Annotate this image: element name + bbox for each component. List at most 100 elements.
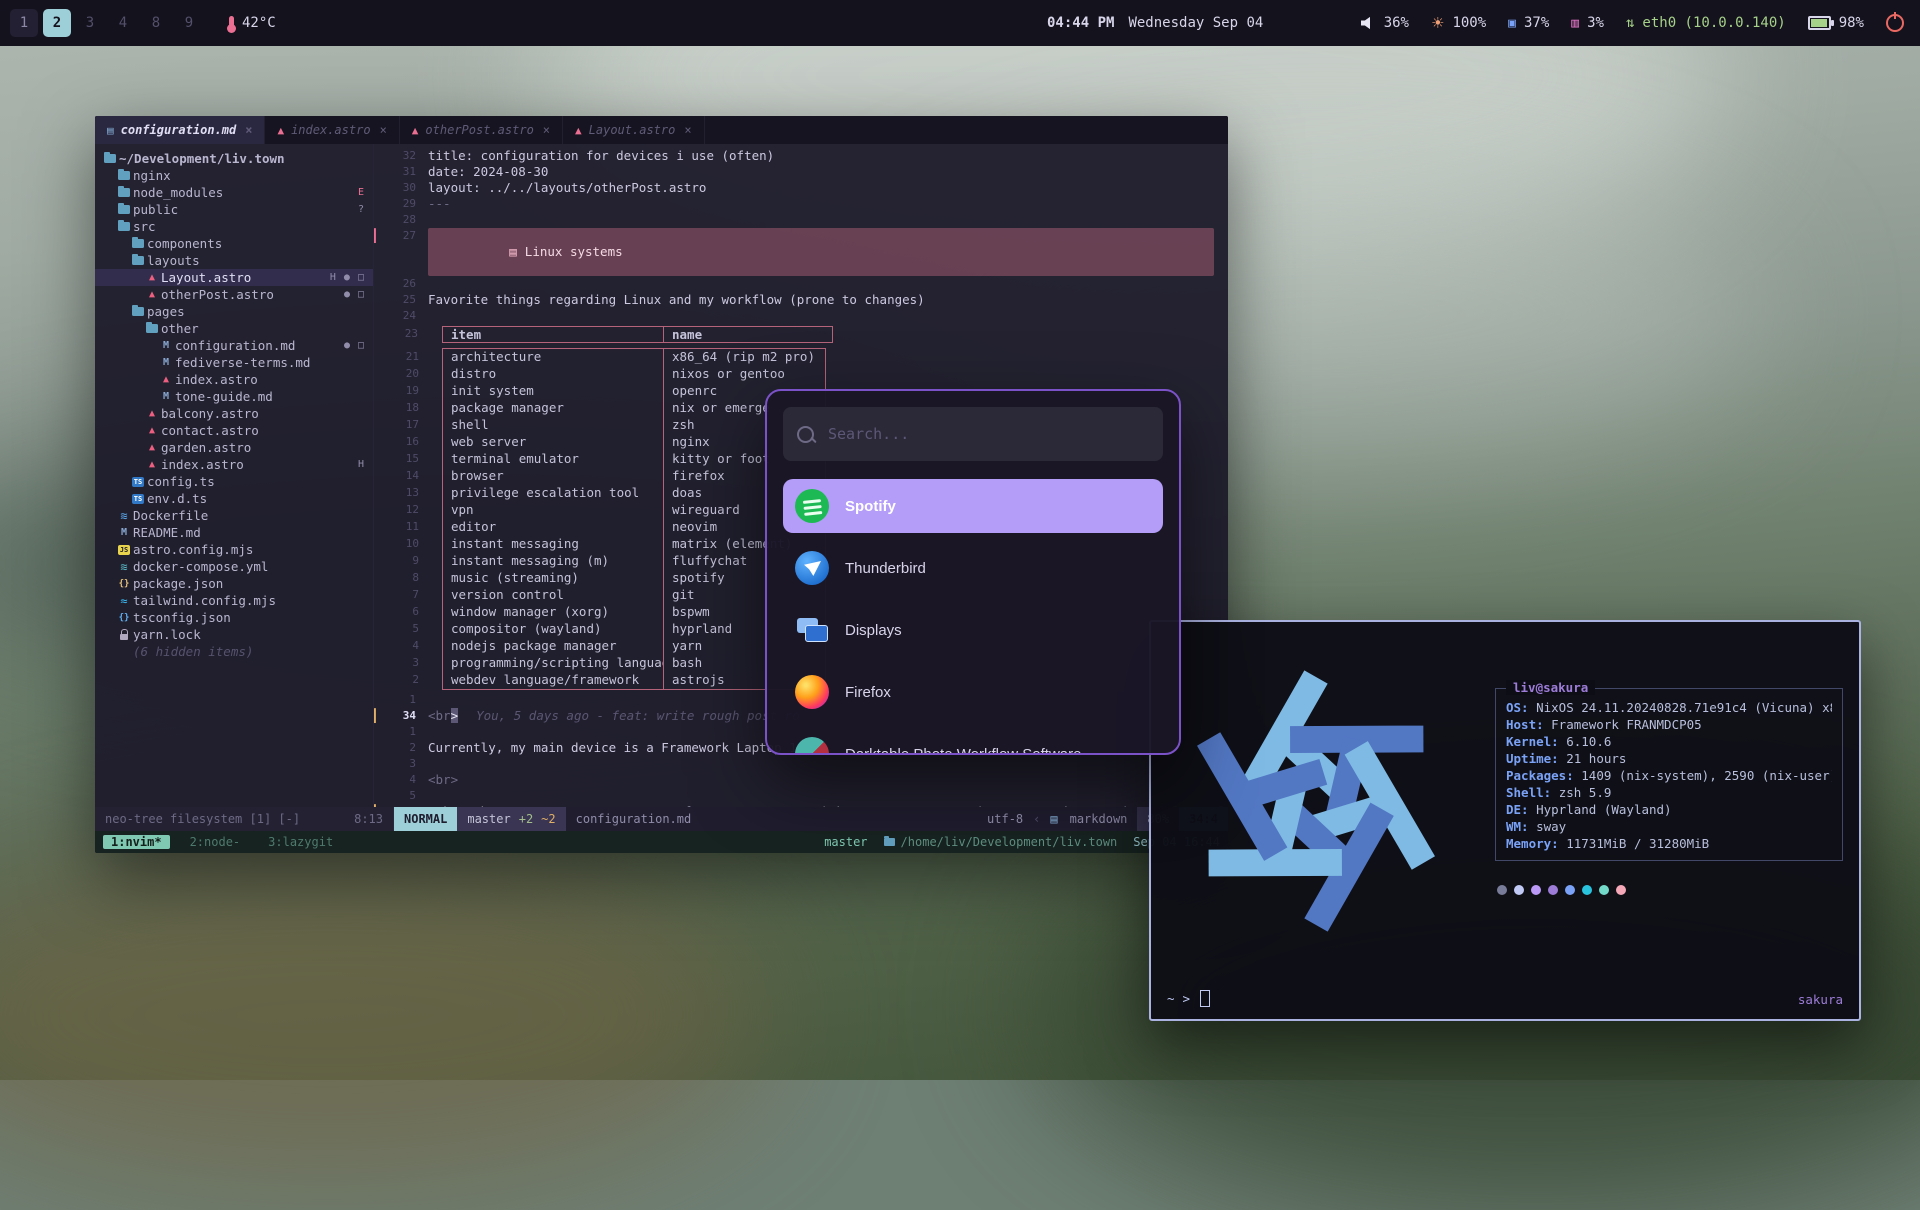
tree-item[interactable]: nginx <box>95 167 373 184</box>
tree-item[interactable]: config.ts <box>95 473 373 490</box>
tree-item[interactable]: astro.config.mjs <box>95 541 373 558</box>
table-cell-item: nodejs package manager <box>443 638 664 655</box>
close-icon[interactable]: × <box>684 123 691 137</box>
tree-item[interactable]: src <box>95 218 373 235</box>
table-cell-item: music (streaming) <box>443 570 664 587</box>
launcher-item[interactable]: Firefox <box>783 665 1163 719</box>
tree-item[interactable]: tailwind.config.mjs <box>95 592 373 609</box>
tree-item-badge: H ● □ <box>330 272 373 283</box>
tree-item[interactable]: public ? <box>95 201 373 218</box>
search-input[interactable] <box>826 424 1149 444</box>
close-icon[interactable]: × <box>543 123 550 137</box>
buffer-tab[interactable]: index.astro × <box>265 116 399 144</box>
tree-item[interactable]: components <box>95 235 373 252</box>
memory-module[interactable]: ▥ 3% <box>1571 15 1604 31</box>
tree-item[interactable]: otherPost.astro ● □ <box>95 286 373 303</box>
tree-item[interactable]: balcony.astro <box>95 405 373 422</box>
tree-item[interactable]: fediverse-terms.md <box>95 354 373 371</box>
tree-item-label: (6 hidden items) <box>133 644 253 659</box>
tree-item-label: public <box>133 202 178 217</box>
tmux-statusbar: 1:nvim* 2:node- 3:lazygit master /home/l… <box>95 831 1228 853</box>
line-number: 2 <box>384 740 416 756</box>
info-value: zsh 5.9 <box>1559 784 1612 801</box>
workspace-button[interactable]: 1 <box>10 9 38 37</box>
tmux-window[interactable]: 3:lazygit <box>260 835 341 849</box>
tree-item[interactable]: index.astro H <box>95 456 373 473</box>
tree-item[interactable]: garden.astro <box>95 439 373 456</box>
launcher-item[interactable]: Displays <box>783 603 1163 657</box>
sign-column <box>374 164 384 180</box>
tree-item[interactable]: Dockerfile <box>95 507 373 524</box>
tree-item[interactable]: Layout.astro H ● □ <box>95 269 373 286</box>
buffer-line: 24 <box>374 308 1228 324</box>
tree-item[interactable]: other <box>95 320 373 337</box>
tree-item[interactable]: README.md <box>95 524 373 541</box>
cpu-value: 37% <box>1524 15 1549 31</box>
cpu-module[interactable]: ▣ 37% <box>1508 15 1549 31</box>
git-added-count: +2 <box>519 812 533 826</box>
workspace-button[interactable]: 9 <box>175 9 203 37</box>
sign-column <box>374 788 384 804</box>
launcher-item[interactable]: Darktable Photo Workflow Software <box>783 727 1163 755</box>
tree-item[interactable]: node_modules E <box>95 184 373 201</box>
battery-module[interactable]: 98% <box>1808 15 1864 31</box>
tree-item[interactable]: contact.astro <box>95 422 373 439</box>
file-type-icon <box>157 390 175 404</box>
brightness-module[interactable]: ☀ 100% <box>1431 14 1486 32</box>
tree-item-label: tailwind.config.mjs <box>133 593 276 608</box>
table-row: 21 architecture x86_64 (rip m2 pro) <box>443 349 825 366</box>
network-module[interactable]: ⇅ eth0 (10.0.0.140) <box>1626 15 1786 31</box>
tree-item[interactable]: docker-compose.yml <box>95 558 373 575</box>
file-type-icon <box>115 577 133 591</box>
temperature-module[interactable]: 42°C <box>229 15 276 31</box>
volume-module[interactable]: 36% <box>1361 15 1409 31</box>
buffer-tab[interactable]: configuration.md × <box>95 116 265 144</box>
system-info-line: WM: sway <box>1506 818 1832 835</box>
workspace-button[interactable]: 3 <box>76 9 104 37</box>
tree-item[interactable]: layouts <box>95 252 373 269</box>
tree-item[interactable]: tsconfig.json <box>95 609 373 626</box>
tree-item[interactable]: tone-guide.md <box>95 388 373 405</box>
terminal-window[interactable]: liv@sakura OS: NixOS 24.11.20240828.71e9… <box>1149 620 1861 1021</box>
tree-item[interactable]: (6 hidden items) <box>95 643 373 660</box>
line-number: 13 <box>387 485 419 501</box>
shell-prompt[interactable]: ~ > <box>1167 990 1210 1007</box>
system-info-line: DE: Hyprland (Wayland) <box>1506 801 1832 818</box>
tmux-window[interactable]: 1:nvim* <box>103 835 170 849</box>
info-label: Shell: <box>1506 784 1559 801</box>
info-value: 11731MiB / 31280MiB <box>1566 835 1709 852</box>
buffer-tab[interactable]: otherPost.astro × <box>400 116 563 144</box>
close-icon[interactable]: × <box>245 123 252 137</box>
file-type-icon <box>143 407 161 421</box>
power-module[interactable] <box>1886 14 1904 32</box>
tree-item[interactable]: configuration.md ● □ <box>95 337 373 354</box>
launcher-item[interactable]: Spotify <box>783 479 1163 533</box>
line-number: 24 <box>384 308 416 324</box>
buffer-line: 3 <box>374 756 1228 772</box>
info-label: DE: <box>1506 801 1536 818</box>
clock-module[interactable]: 04:44 PM Wednesday Sep 04 <box>1047 0 1263 46</box>
brightness-value: 100% <box>1452 15 1486 31</box>
workspace-button[interactable]: 4 <box>109 9 137 37</box>
tree-item-label: other <box>161 321 199 336</box>
launcher-search[interactable] <box>783 407 1163 461</box>
close-icon[interactable]: × <box>380 123 387 137</box>
buffer-tab[interactable]: Layout.astro × <box>563 116 705 144</box>
tree-item[interactable]: index.astro <box>95 371 373 388</box>
table-cell-item: editor <box>443 519 664 536</box>
table-cell-item: init system <box>443 383 664 400</box>
tree-item[interactable]: ~/Development/liv.town <box>95 150 373 167</box>
tree-item[interactable]: env.d.ts <box>95 490 373 507</box>
line-number: 19 <box>387 383 419 399</box>
tree-item[interactable]: yarn.lock <box>95 626 373 643</box>
workspace-switcher: 1 2 3 4 8 9 <box>10 9 203 37</box>
tree-item[interactable]: pages <box>95 303 373 320</box>
terminal-color-palette <box>1495 885 1843 895</box>
line-number: 32 <box>384 148 416 164</box>
workspace-button[interactable]: 8 <box>142 9 170 37</box>
workspace-button[interactable]: 2 <box>43 9 71 37</box>
tmux-window[interactable]: 2:node- <box>182 835 249 849</box>
tree-item[interactable]: package.json <box>95 575 373 592</box>
launcher-item[interactable]: Thunderbird <box>783 541 1163 595</box>
file-type-icon <box>157 356 175 370</box>
